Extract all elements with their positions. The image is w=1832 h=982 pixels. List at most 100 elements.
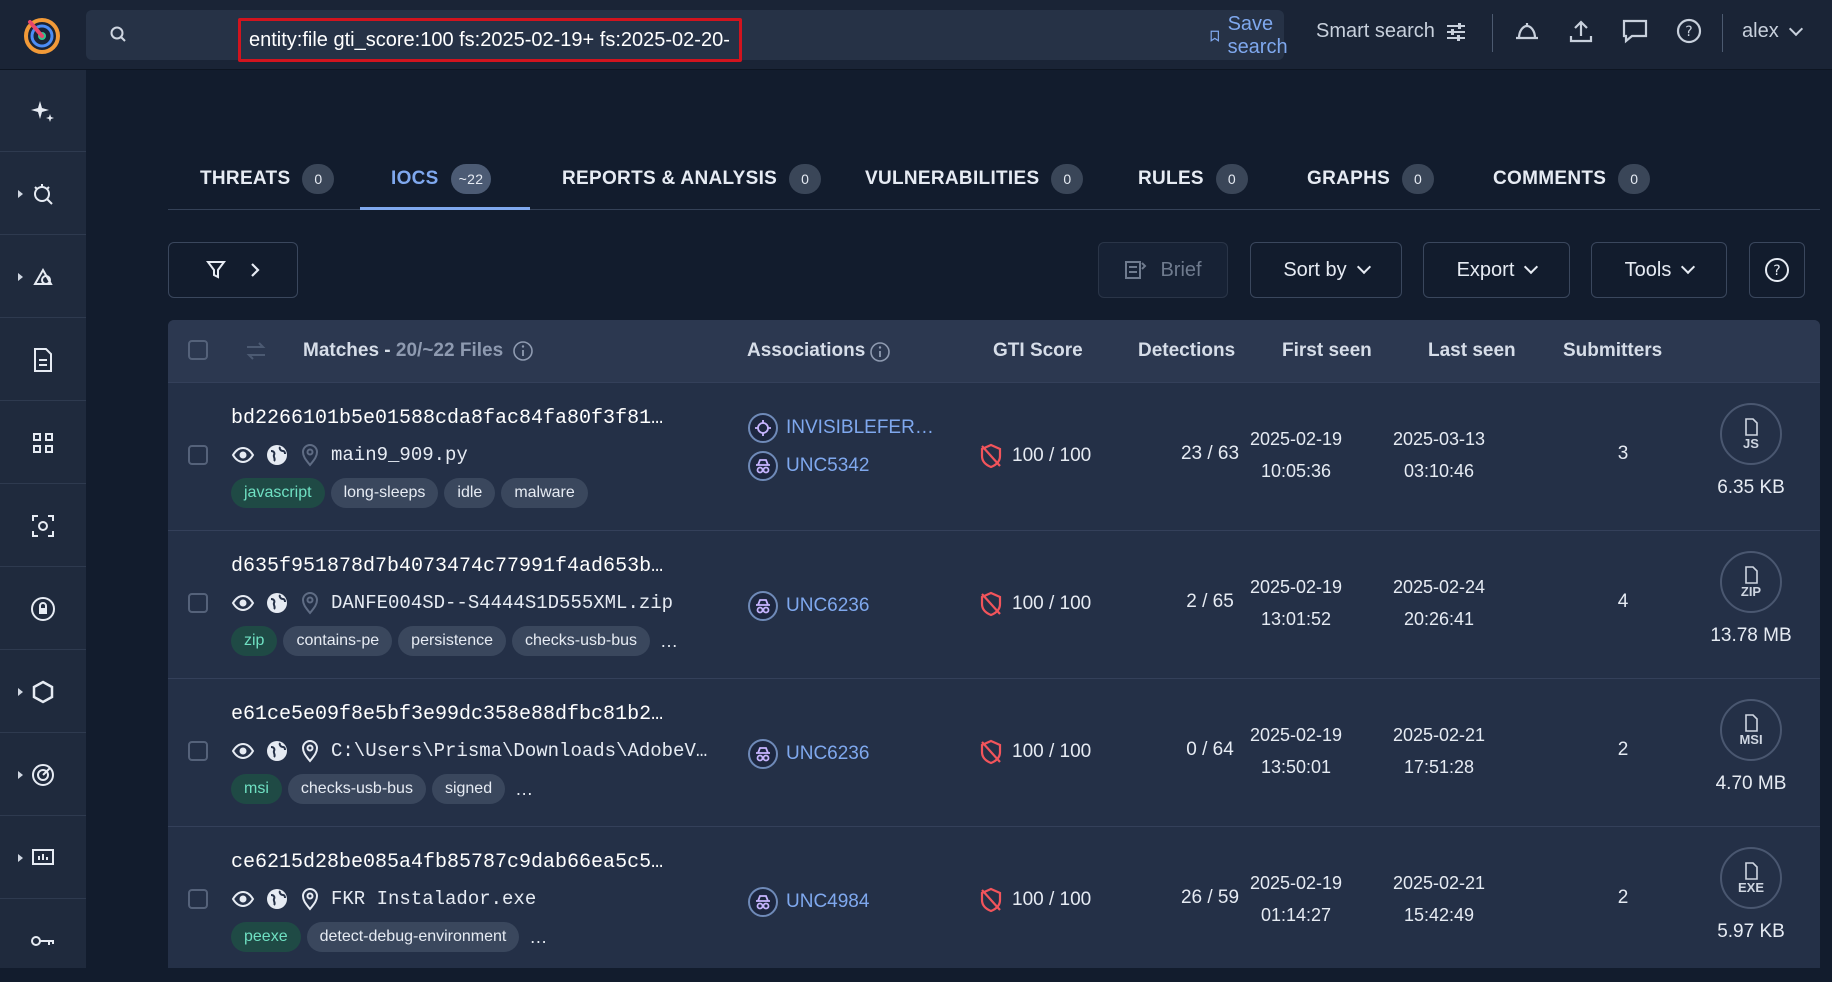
tab-label: IOCS xyxy=(391,168,439,189)
swap-icon[interactable] xyxy=(244,340,268,362)
app-logo-icon[interactable] xyxy=(18,10,66,58)
expand-arrow-icon xyxy=(18,854,23,862)
file-info: C:\Users\Prisma\Downloads\AdobeV… xyxy=(231,739,707,763)
tag-chip[interactable]: checks-usb-bus xyxy=(287,774,426,804)
detections-header[interactable]: Detections xyxy=(1138,340,1235,362)
results-table: Matches - 20/~22 Files Associations GTI … xyxy=(168,320,1820,968)
sidebar-item-scan[interactable] xyxy=(0,485,86,567)
chat-icon[interactable] xyxy=(1620,16,1650,46)
tag-chip[interactable]: long-sleeps xyxy=(330,478,439,508)
sidebar-item-graph[interactable] xyxy=(0,651,86,733)
table-row[interactable]: ce6215d28be085a4fb85787c9dab66ea5c5… FKR … xyxy=(168,826,1820,968)
tab-threats[interactable]: THREATS 0 xyxy=(200,148,335,210)
tag-list: javascript long-sleeps idle malware xyxy=(231,478,588,508)
help-icon[interactable]: ? xyxy=(1674,16,1704,46)
association-link[interactable]: INVISIBLEFER… xyxy=(748,413,934,443)
first-seen-cell: 2025-02-19 01:14:27 xyxy=(1231,867,1361,931)
sidebar-item-api-key[interactable] xyxy=(0,900,86,982)
submitters-header[interactable]: Submitters xyxy=(1563,340,1662,362)
location-pin-icon xyxy=(301,444,319,467)
sidebar-item-reports[interactable] xyxy=(0,319,86,401)
user-menu[interactable]: alex xyxy=(1742,20,1803,43)
file-hash-link[interactable]: e61ce5e09f8e5bf3e99dc358e88dfbc81b2… xyxy=(231,703,663,726)
sliders-icon xyxy=(1446,22,1465,41)
more-tags-ellipsis[interactable]: … xyxy=(660,631,678,652)
association-link[interactable]: UNC6236 xyxy=(748,591,869,621)
association-link[interactable]: UNC6236 xyxy=(748,739,869,769)
tab-iocs[interactable]: IOCS ~22 xyxy=(391,148,492,210)
save-search-button[interactable]: Save search xyxy=(1210,13,1294,58)
sidebar-item-threat-search[interactable] xyxy=(0,153,86,235)
help-button[interactable]: ? xyxy=(1749,242,1805,298)
sidebar-item-private[interactable] xyxy=(0,568,86,650)
malware-icon xyxy=(748,413,778,443)
top-bar: entity:file gti_score:100 fs:2025-02-19+… xyxy=(0,0,1832,70)
tag-chip[interactable]: javascript xyxy=(231,478,325,508)
tag-chip[interactable]: peexe xyxy=(231,922,301,952)
chevron-down-icon xyxy=(1681,259,1696,275)
more-tags-ellipsis[interactable]: … xyxy=(515,779,533,800)
first-seen-header[interactable]: First seen xyxy=(1282,340,1372,362)
row-checkbox[interactable] xyxy=(188,445,208,465)
last-seen-date: 2025-02-24 xyxy=(1392,577,1486,597)
tab-vulnerabilities[interactable]: VULNERABILITIES 0 xyxy=(865,148,1084,210)
gti-score-value: 100 / 100 xyxy=(1012,741,1092,762)
tag-chip[interactable]: signed xyxy=(431,774,506,804)
tab-rules[interactable]: RULES 0 xyxy=(1138,148,1248,210)
eye-icon xyxy=(231,890,255,908)
table-row[interactable]: d635f951878d7b4073474c77991f4ad653b… DANF… xyxy=(168,530,1820,678)
file-hash-link[interactable]: ce6215d28be085a4fb85787c9dab66ea5c5… xyxy=(231,851,663,874)
tab-reports-analysis[interactable]: REPORTS & ANALYSIS 0 xyxy=(562,148,822,210)
sort-by-button[interactable]: Sort by xyxy=(1250,242,1402,298)
tab-graphs[interactable]: GRAPHS 0 xyxy=(1307,148,1435,210)
brief-button[interactable]: Brief xyxy=(1098,242,1228,298)
row-checkbox[interactable] xyxy=(188,889,208,909)
gti-score-value: 100 / 100 xyxy=(1012,445,1092,466)
last-seen-header[interactable]: Last seen xyxy=(1428,340,1516,362)
sidebar-item-dashboard[interactable] xyxy=(0,817,86,899)
sidebar-item-collections[interactable] xyxy=(0,402,86,484)
associations-header[interactable]: Associations xyxy=(747,340,865,362)
info-icon[interactable] xyxy=(512,340,534,362)
tag-chip[interactable]: checks-usb-bus xyxy=(512,626,651,656)
smart-search-button[interactable]: Smart search xyxy=(1316,20,1467,43)
association-link[interactable]: UNC4984 xyxy=(748,887,869,917)
gti-score-header[interactable]: GTI Score xyxy=(993,340,1083,362)
tab-count-badge: 0 xyxy=(1402,164,1435,194)
table-row[interactable]: e61ce5e09f8e5bf3e99dc358e88dfbc81b2… C:\U… xyxy=(168,678,1820,826)
sidebar-item-monitor[interactable] xyxy=(0,734,86,816)
first-seen-date: 2025-02-19 xyxy=(1249,725,1343,745)
save-search-label: Save search xyxy=(1227,13,1288,58)
export-button[interactable]: Export xyxy=(1423,242,1570,298)
search-bar[interactable]: entity:file gti_score:100 fs:2025-02-19+… xyxy=(86,10,1288,62)
tools-button[interactable]: Tools xyxy=(1591,242,1727,298)
matches-count: 20/~22 Files xyxy=(395,340,504,361)
filter-button[interactable] xyxy=(168,242,298,298)
file-hash-link[interactable]: bd2266101b5e01588cda8fac84fa80f3f81… xyxy=(231,407,663,430)
tag-chip[interactable]: malware xyxy=(501,478,588,508)
globe-icon xyxy=(267,445,287,465)
file-size: 4.70 MB xyxy=(1715,773,1787,794)
more-tags-ellipsis[interactable]: … xyxy=(529,927,547,948)
row-checkbox[interactable] xyxy=(188,593,208,613)
upload-icon[interactable] xyxy=(1566,16,1596,46)
tag-chip[interactable]: msi xyxy=(231,774,282,804)
select-all-checkbox[interactable] xyxy=(188,340,208,360)
tag-chip[interactable]: persistence xyxy=(398,626,506,656)
search-input[interactable]: entity:file gti_score:100 fs:2025-02-19+… xyxy=(238,18,742,62)
file-hash-link[interactable]: d635f951878d7b4073474c77991f4ad653b… xyxy=(231,555,663,578)
info-icon[interactable] xyxy=(869,341,891,363)
row-checkbox[interactable] xyxy=(188,741,208,761)
tab-comments[interactable]: COMMENTS 0 xyxy=(1493,148,1651,210)
tag-chip[interactable]: zip xyxy=(231,626,278,656)
tab-label: REPORTS & ANALYSIS xyxy=(562,168,778,189)
association-link[interactable]: UNC5342 xyxy=(748,451,934,481)
grid-scan-icon xyxy=(33,432,53,453)
sidebar-item-ai[interactable] xyxy=(0,70,86,152)
hat-icon[interactable] xyxy=(1512,16,1542,46)
table-row[interactable]: bd2266101b5e01588cda8fac84fa80f3f81… main… xyxy=(168,382,1820,530)
tag-chip[interactable]: idle xyxy=(444,478,496,508)
tag-chip[interactable]: detect-debug-environment xyxy=(306,922,520,952)
sidebar-item-hunting[interactable] xyxy=(0,236,86,318)
tag-chip[interactable]: contains-pe xyxy=(283,626,393,656)
